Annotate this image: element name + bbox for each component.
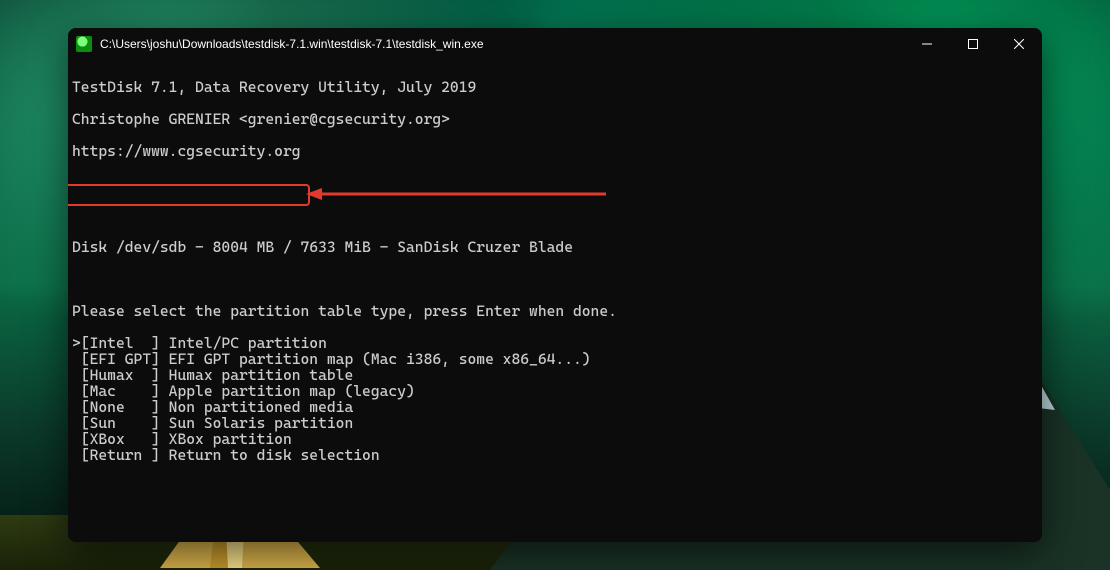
- console-window: C:\Users\joshu\Downloads\testdisk-7.1.wi…: [68, 28, 1042, 542]
- maximize-button[interactable]: [950, 28, 996, 59]
- close-button[interactable]: [996, 28, 1042, 59]
- titlebar[interactable]: C:\Users\joshu\Downloads\testdisk-7.1.wi…: [68, 28, 1042, 59]
- minimize-button[interactable]: [904, 28, 950, 59]
- menu-item-none[interactable]: [None ] Non partitioned media: [72, 399, 1038, 415]
- disk-info: Disk /dev/sdb - 8004 MB / 7633 MiB - San…: [72, 239, 1038, 255]
- menu-item-return[interactable]: [Return ] Return to disk selection: [72, 447, 1038, 463]
- menu-item-sun[interactable]: [Sun ] Sun Solaris partition: [72, 415, 1038, 431]
- header-version: TestDisk 7.1, Data Recovery Utility, Jul…: [72, 79, 1038, 95]
- blank: [72, 175, 1038, 191]
- window-title: C:\Users\joshu\Downloads\testdisk-7.1.wi…: [100, 37, 904, 51]
- console-body[interactable]: TestDisk 7.1, Data Recovery Utility, Jul…: [68, 59, 1042, 542]
- blank: [72, 479, 1038, 495]
- window-controls: [904, 28, 1042, 59]
- blank: [72, 511, 1038, 527]
- menu-item-humax[interactable]: [Humax ] Humax partition table: [72, 367, 1038, 383]
- prompt: Please select the partition table type, …: [72, 303, 1038, 319]
- menu-item-xbox[interactable]: [XBox ] XBox partition: [72, 431, 1038, 447]
- blank: [72, 207, 1038, 223]
- menu-item-mac[interactable]: [Mac ] Apple partition map (legacy): [72, 383, 1038, 399]
- blank: [72, 271, 1038, 287]
- desktop-background: C:\Users\joshu\Downloads\testdisk-7.1.wi…: [0, 0, 1110, 570]
- header-url: https://www.cgsecurity.org: [72, 143, 1038, 159]
- menu-item-intel[interactable]: >[Intel ] Intel/PC partition: [72, 335, 1038, 351]
- partition-type-menu[interactable]: >[Intel ] Intel/PC partition [EFI GPT] E…: [72, 335, 1038, 463]
- header-author: Christophe GRENIER <grenier@cgsecurity.o…: [72, 111, 1038, 127]
- menu-item-efi-gpt[interactable]: [EFI GPT] EFI GPT partition map (Mac i38…: [72, 351, 1038, 367]
- app-icon: [76, 36, 92, 52]
